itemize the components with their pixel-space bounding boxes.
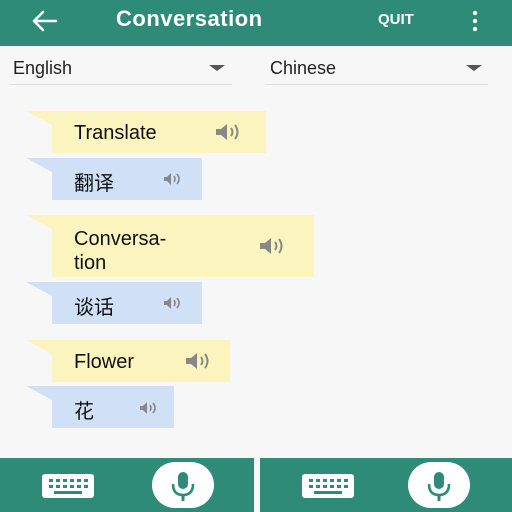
message-text: Flower bbox=[74, 351, 135, 373]
speaker-icon[interactable] bbox=[258, 235, 290, 262]
speaker-icon[interactable] bbox=[162, 295, 186, 316]
target-input-bar bbox=[260, 458, 512, 512]
microphone-icon bbox=[427, 472, 451, 501]
chevron-down-icon[interactable] bbox=[466, 65, 482, 71]
chinese-message-bubble: 花 bbox=[26, 386, 174, 428]
english-message-bubble: Flower bbox=[26, 340, 230, 382]
source-language-select[interactable]: English bbox=[13, 58, 72, 79]
speaker-icon[interactable] bbox=[162, 171, 186, 192]
keyboard-icon[interactable] bbox=[42, 474, 94, 498]
page-title: Conversation bbox=[116, 6, 263, 31]
app-root: Conversation QUIT English Chinese Transl… bbox=[0, 0, 512, 512]
arrow-left-icon[interactable] bbox=[30, 8, 62, 34]
chinese-message-bubble: 翻译 bbox=[26, 158, 202, 200]
english-message-bubble: Translate bbox=[26, 111, 266, 153]
language-selector-bar: English Chinese bbox=[0, 46, 512, 88]
microphone-button[interactable] bbox=[152, 462, 214, 508]
message-text: Conversa- tion bbox=[74, 228, 167, 274]
message-text: 花 bbox=[74, 401, 94, 423]
speaker-icon[interactable] bbox=[214, 121, 246, 148]
message-text: 谈话 bbox=[74, 297, 114, 319]
more-vertical-icon[interactable] bbox=[470, 10, 480, 32]
speaker-icon[interactable] bbox=[138, 400, 162, 421]
message-text: 翻译 bbox=[74, 173, 114, 195]
speaker-icon[interactable] bbox=[184, 350, 216, 377]
quit-button[interactable]: QUIT bbox=[378, 11, 414, 28]
chinese-message-bubble: 谈话 bbox=[26, 282, 202, 324]
english-message-bubble: Conversa- tion bbox=[26, 215, 314, 277]
keyboard-icon[interactable] bbox=[302, 474, 354, 498]
message-text: Translate bbox=[74, 122, 157, 144]
app-header: Conversation QUIT bbox=[0, 0, 512, 46]
microphone-icon bbox=[171, 472, 195, 501]
divider bbox=[266, 84, 488, 85]
target-language-select[interactable]: Chinese bbox=[270, 58, 336, 79]
microphone-button[interactable] bbox=[408, 462, 470, 508]
source-input-bar bbox=[0, 458, 254, 512]
chevron-down-icon[interactable] bbox=[209, 65, 225, 71]
divider bbox=[10, 84, 232, 85]
